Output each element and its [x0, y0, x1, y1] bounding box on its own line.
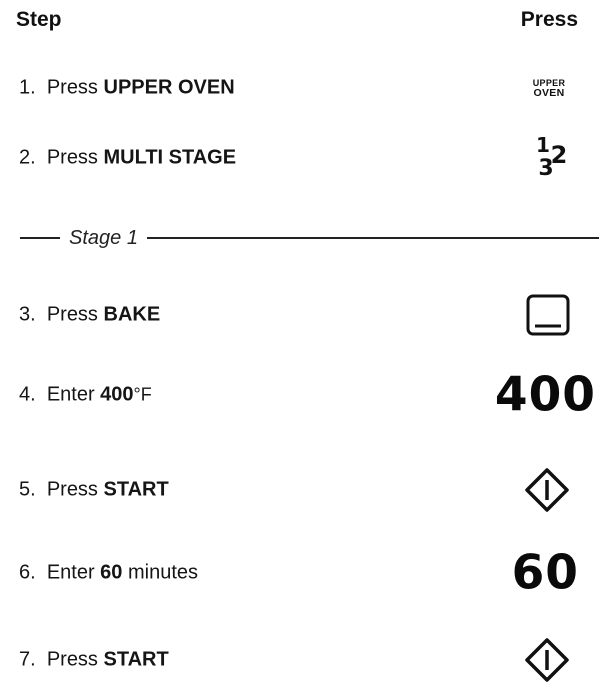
temperature-display: 400: [495, 372, 596, 419]
step-number: 5.: [19, 478, 36, 501]
step-verb: Press: [46, 648, 104, 671]
step-verb: Press: [46, 146, 104, 169]
step-text: 7. Press START: [19, 649, 169, 672]
stage-divider: Stage 1: [0, 223, 599, 253]
temperature-display-value: 400: [494, 367, 596, 423]
step-verb: Press: [46, 478, 104, 501]
bake-key[interactable]: [526, 294, 570, 336]
step-keyword: MULTI STAGE: [103, 146, 237, 169]
step-text: 3. Press BAKE: [19, 304, 160, 327]
step-number: 3.: [19, 303, 36, 326]
step-verb: Enter: [46, 561, 101, 584]
step-text: 4. Enter 400°F: [19, 384, 152, 407]
stage-label: Stage 1: [69, 226, 138, 249]
upper-oven-key-label: UPPER OVEN: [519, 78, 579, 98]
multi-stage-key[interactable]: 1 2 3: [529, 133, 579, 183]
start-key[interactable]: [523, 636, 571, 684]
step-number: 2.: [19, 146, 36, 169]
bake-icon: [526, 294, 570, 336]
upper-oven-key[interactable]: UPPER OVEN: [519, 78, 579, 98]
step-number: 6.: [19, 561, 36, 584]
multi-stage-digit-1: 1: [536, 133, 550, 157]
step-text: 6. Enter 60 minutes: [19, 562, 198, 585]
step-row-1: 1. Press UPPER OVEN UPPER OVEN: [0, 63, 599, 113]
step-keyword: UPPER OVEN: [103, 76, 235, 99]
press-column-header: Press: [520, 8, 578, 31]
time-unit: minutes: [122, 561, 199, 584]
step-keyword: START: [103, 478, 169, 501]
step-text: 2. Press MULTI STAGE: [19, 147, 236, 170]
start-icon: [525, 638, 569, 682]
step-number: 1.: [19, 76, 36, 99]
step-keyword: 400: [100, 383, 134, 406]
step-number: 7.: [19, 648, 36, 671]
multi-stage-digit-3: 3: [538, 156, 553, 181]
stage-rule-left: [20, 237, 60, 239]
step-verb: Enter: [46, 383, 101, 406]
step-column-header: Step: [16, 8, 62, 31]
step-row-6: 6. Enter 60 minutes 60: [0, 548, 599, 598]
temperature-unit: °F: [133, 384, 152, 405]
stage-rule-right: [146, 237, 599, 239]
step-keyword: 60: [100, 561, 123, 584]
multi-stage-icon: 1 2 3: [536, 133, 567, 181]
step-keyword: BAKE: [103, 303, 161, 326]
upper-oven-key-line-2: OVEN: [533, 87, 565, 99]
step-verb: Press: [46, 303, 104, 326]
step-text: 5. Press START: [19, 479, 169, 502]
time-display: 60: [512, 550, 579, 597]
step-row-7: 7. Press START: [0, 635, 599, 685]
start-icon: [525, 468, 569, 512]
step-row-3: 3. Press BAKE: [0, 290, 599, 340]
step-verb: Press: [46, 76, 104, 99]
start-key[interactable]: [523, 466, 571, 514]
time-display-value: 60: [511, 545, 579, 601]
step-row-2: 2. Press MULTI STAGE 1 2 3: [0, 133, 599, 183]
step-keyword: START: [103, 648, 169, 671]
step-text: 1. Press UPPER OVEN: [19, 77, 235, 100]
step-row-5: 5. Press START: [0, 465, 599, 515]
step-row-4: 4. Enter 400°F 400: [0, 370, 599, 420]
step-number: 4.: [19, 383, 36, 406]
